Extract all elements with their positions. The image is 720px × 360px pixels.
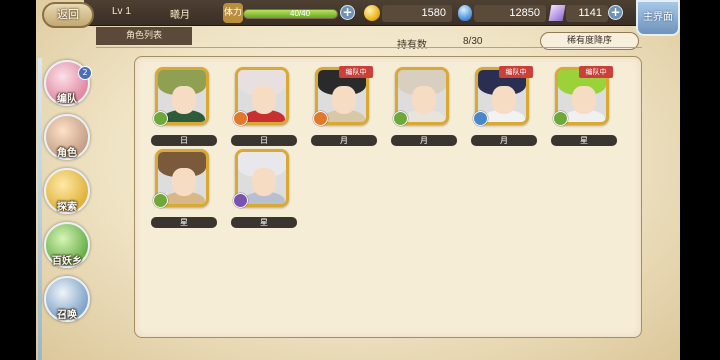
coin-amount: 1580 <box>382 5 452 22</box>
nav-item-2[interactable]: 探索 <box>40 168 94 220</box>
character-name: 月 <box>471 135 537 146</box>
roster-panel: 日日编队中月月编队中月编队中星星星 <box>134 56 642 338</box>
jade-icon <box>458 5 472 21</box>
character-card[interactable]: 编队中月 <box>469 66 537 149</box>
portrait-face <box>252 86 276 114</box>
character-name: 月 <box>391 135 457 146</box>
character-name: 月 <box>311 135 377 146</box>
character-card[interactable]: 编队中月 <box>309 66 377 149</box>
fire-element-icon <box>313 111 328 126</box>
nav-count-badge: 2 <box>78 66 92 80</box>
character-card[interactable]: 日 <box>229 67 297 149</box>
character-name: 日 <box>231 135 297 146</box>
wind-element-icon <box>153 111 168 126</box>
player-name: 曦月 <box>170 10 190 21</box>
character-card[interactable]: 编队中星 <box>549 66 617 149</box>
nav-item-1[interactable]: 角色 <box>40 114 94 166</box>
character-name: 日 <box>151 135 217 146</box>
wind-element-icon <box>393 111 408 126</box>
nav-item-4[interactable]: 召唤 <box>40 276 94 328</box>
crystal-icon <box>548 5 566 21</box>
character-card[interactable]: 星 <box>229 149 297 231</box>
character-name: 星 <box>151 217 217 228</box>
nav-label: 探索 <box>57 202 77 213</box>
crystal-amount: 1141 <box>566 5 608 22</box>
character-name: 星 <box>231 217 297 228</box>
in-team-tag: 编队中 <box>499 66 533 78</box>
nav-label: 召唤 <box>57 310 77 321</box>
main-screen-button[interactable]: 主界面 <box>636 0 680 36</box>
portrait-face <box>252 168 276 196</box>
player-level: Lv 1 <box>112 6 131 17</box>
nav-item-3[interactable]: 百妖乡 <box>40 222 94 274</box>
stamina-value: 40/40 <box>290 9 311 18</box>
portrait-face <box>572 86 596 114</box>
coin-icon <box>364 5 380 21</box>
in-team-tag: 编队中 <box>579 66 613 78</box>
portrait-face <box>412 86 436 114</box>
nav-label: 百妖乡 <box>52 256 82 267</box>
water-element-icon <box>473 111 488 126</box>
fire-element-icon <box>233 111 248 126</box>
nav-item-0[interactable]: 编队 2 <box>40 60 94 112</box>
add-stamina-button[interactable]: + <box>340 5 355 20</box>
portrait-face <box>172 168 196 196</box>
character-card[interactable]: 月 <box>389 67 457 149</box>
character-card[interactable]: 星 <box>149 149 217 231</box>
owned-label: 持有数 <box>397 40 427 51</box>
dark-element-icon <box>233 193 248 208</box>
tab-character-list[interactable]: 角色列表 <box>96 27 192 45</box>
stamina-label: 体力 <box>223 3 243 23</box>
portrait-face <box>332 86 356 114</box>
nav-label: 角色 <box>57 148 77 159</box>
character-card[interactable]: 日 <box>149 67 217 149</box>
portrait-face <box>492 86 516 114</box>
character-name: 星 <box>551 135 617 146</box>
back-button[interactable]: 返回 <box>42 2 94 28</box>
jade-amount: 12850 <box>474 5 546 22</box>
owned-count: 8/30 <box>463 36 483 47</box>
nav-label: 编队 <box>57 94 77 105</box>
wind-element-icon <box>553 111 568 126</box>
portrait-face <box>172 86 196 114</box>
header-divider <box>96 47 642 48</box>
wind-element-icon <box>153 193 168 208</box>
in-team-tag: 编队中 <box>339 66 373 78</box>
add-crystal-button[interactable]: + <box>608 5 623 20</box>
